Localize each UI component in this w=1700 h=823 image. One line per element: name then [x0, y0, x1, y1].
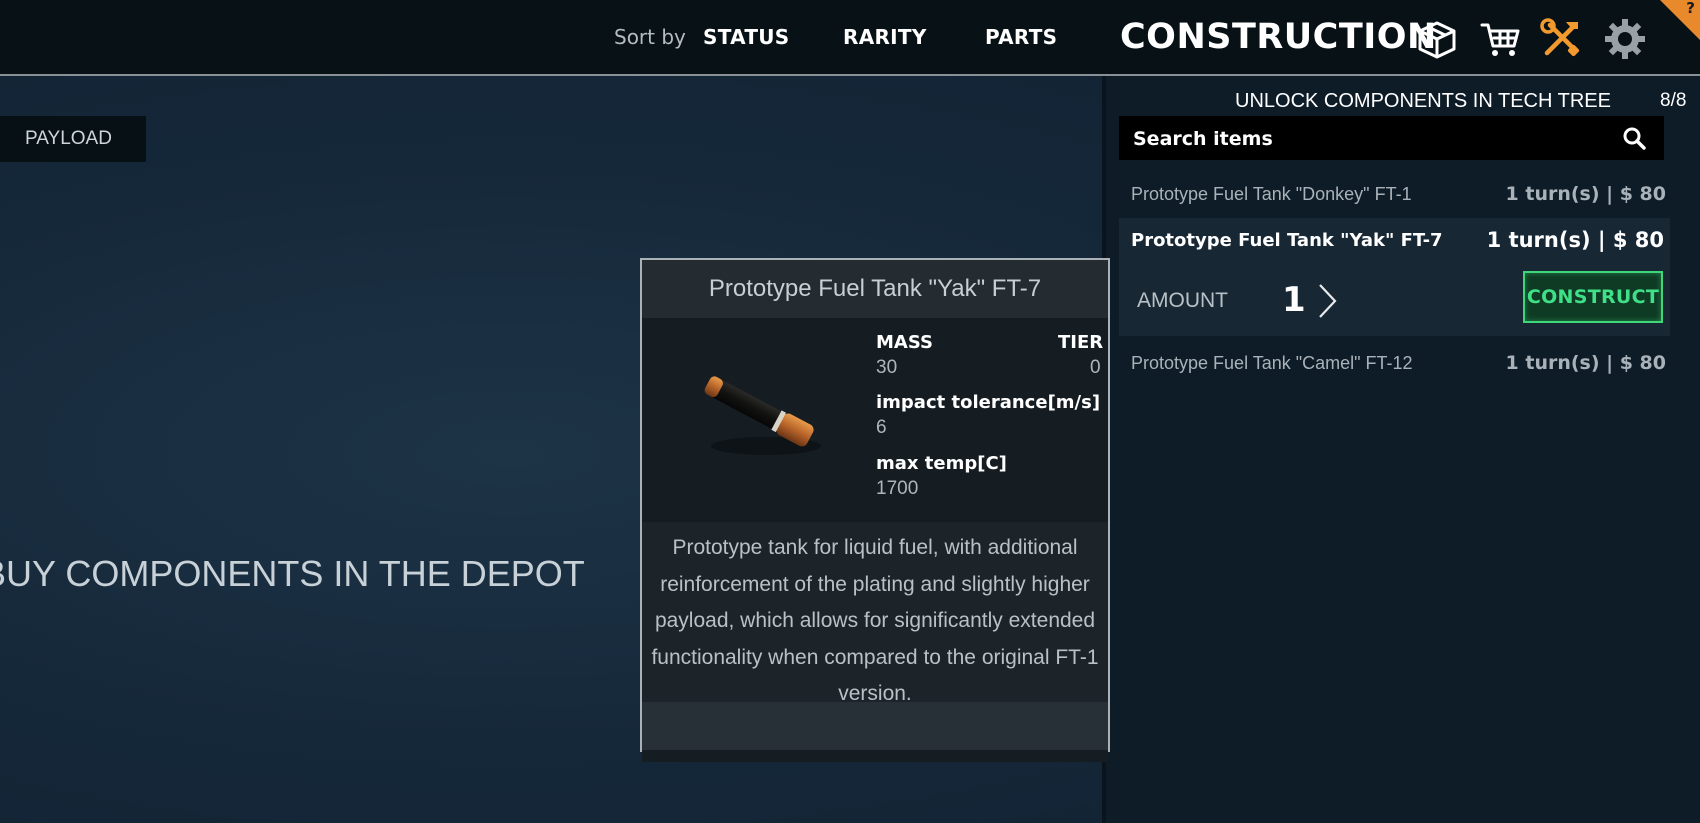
card-description: Prototype tank for liquid fuel, with add… [642, 522, 1108, 705]
mass-value: 30 [876, 357, 898, 378]
tools-icon[interactable] [1538, 16, 1584, 62]
cart-icon[interactable] [1478, 16, 1524, 62]
mass-label: MASS [876, 332, 933, 353]
search-box [1119, 116, 1664, 162]
list-item[interactable]: Prototype Fuel Tank "Camel" FT-12 1 turn… [1119, 351, 1670, 381]
sort-rarity-button[interactable]: RARITY [843, 25, 927, 49]
search-input[interactable] [1131, 116, 1595, 162]
help-question-mark[interactable]: ? [1686, 0, 1695, 17]
list-item-price: 1 turn(s) | $ 80 [1505, 183, 1666, 205]
sort-by-label: Sort by [614, 25, 686, 49]
list-item[interactable]: Prototype Fuel Tank "Donkey" FT-1 1 turn… [1119, 182, 1670, 212]
unlock-title: UNLOCK COMPONENTS IN TECH TREE [1235, 90, 1611, 112]
max-temp-label: max temp[C] [876, 453, 1007, 474]
selected-list-item[interactable]: Prototype Fuel Tank "Yak" FT-7 1 turn(s)… [1119, 218, 1670, 336]
card-footer [642, 702, 1108, 750]
tier-value: 0 [1090, 357, 1101, 378]
list-item-price: 1 turn(s) | $ 80 [1505, 352, 1666, 374]
page-title: CONSTRUCTION [1120, 17, 1437, 57]
sort-parts-button[interactable]: PARTS [985, 25, 1057, 49]
list-item-name: Prototype Fuel Tank "Camel" FT-12 [1131, 353, 1413, 373]
gear-icon[interactable] [1602, 16, 1648, 62]
payload-tab[interactable]: PAYLOAD [0, 116, 146, 162]
chevron-right-icon[interactable] [1315, 282, 1339, 320]
impact-tolerance-label: impact tolerance[m/s] [876, 392, 1101, 413]
amount-label: AMOUNT [1137, 289, 1228, 312]
impact-tolerance-value: 6 [876, 417, 887, 438]
depot-message: BUY COMPONENTS IN THE DEPOT [0, 553, 585, 594]
sort-status-button[interactable]: STATUS [703, 25, 790, 49]
card-title: Prototype Fuel Tank "Yak" FT-7 [642, 260, 1108, 318]
tier-label: TIER [1058, 332, 1104, 353]
item-counter: 8/8 [1660, 90, 1687, 111]
fuel-tank-image [704, 376, 821, 455]
selected-item-price: 1 turn(s) | $ 80 [1486, 228, 1664, 252]
box-icon[interactable] [1414, 16, 1460, 62]
amount-value: 1 [1282, 280, 1306, 320]
selected-item-name: Prototype Fuel Tank "Yak" FT-7 [1131, 230, 1443, 251]
construct-button[interactable]: CONSTRUCT [1523, 271, 1663, 323]
search-icon[interactable] [1622, 126, 1646, 150]
top-bar: Sort by STATUS RARITY PARTS CONSTRUCTION [0, 0, 1700, 76]
list-item-name: Prototype Fuel Tank "Donkey" FT-1 [1131, 184, 1412, 204]
item-detail-card: Prototype Fuel Tank "Yak" FT-7 MASS 30 T… [640, 258, 1110, 762]
max-temp-value: 1700 [876, 478, 919, 499]
